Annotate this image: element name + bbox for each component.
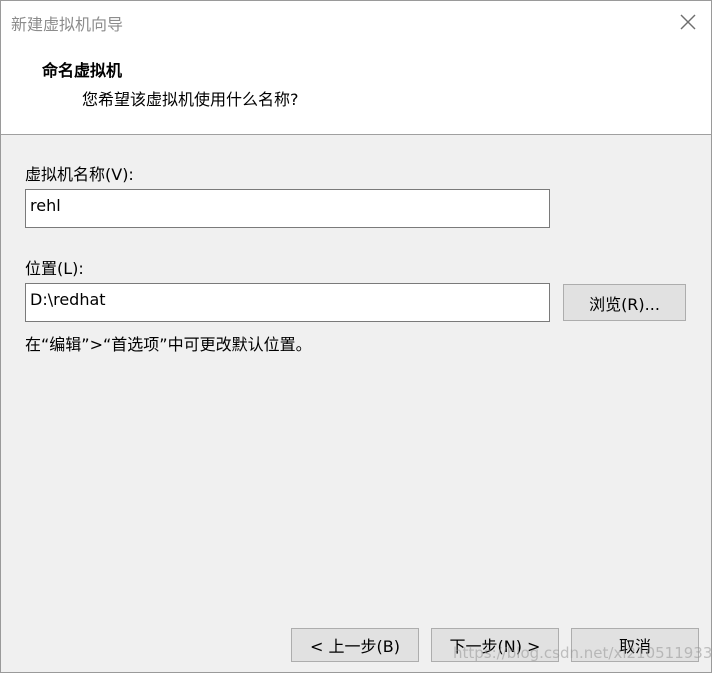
default-location-hint: 在“编辑”>“首选项”中可更改默认位置。 bbox=[25, 335, 312, 354]
page-title: 命名虚拟机 bbox=[42, 61, 123, 80]
wizard-header: 命名虚拟机 您希望该虚拟机使用什么名称? bbox=[1, 45, 711, 135]
location-label: 位置(L): bbox=[25, 259, 84, 278]
title-bar: 新建虚拟机向导 bbox=[1, 1, 711, 45]
cancel-button[interactable]: 取消 bbox=[571, 628, 699, 662]
vm-name-label: 虚拟机名称(V): bbox=[25, 165, 134, 184]
next-button[interactable]: 下一步(N) > bbox=[431, 628, 559, 662]
back-button[interactable]: < 上一步(B) bbox=[291, 628, 419, 662]
wizard-footer: < 上一步(B) 下一步(N) > 取消 bbox=[1, 561, 711, 672]
close-icon[interactable] bbox=[679, 13, 697, 31]
browse-button[interactable]: 浏览(R)... bbox=[563, 284, 686, 321]
page-subtitle: 您希望该虚拟机使用什么名称? bbox=[82, 90, 299, 109]
vm-name-input[interactable] bbox=[25, 189, 550, 228]
location-input[interactable] bbox=[25, 283, 550, 322]
wizard-window: 新建虚拟机向导 命名虚拟机 您希望该虚拟机使用什么名称? 虚拟机名称(V): 位… bbox=[0, 0, 712, 673]
window-title: 新建虚拟机向导 bbox=[11, 15, 124, 34]
